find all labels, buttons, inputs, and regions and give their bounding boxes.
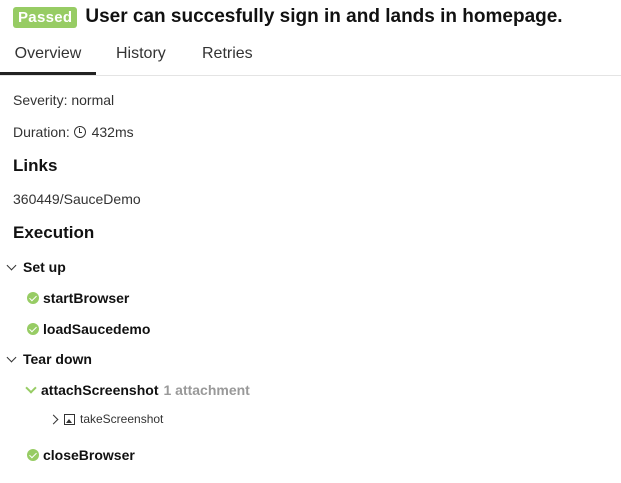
step-label: closeBrowser: [43, 447, 135, 463]
check-circle-icon: [27, 292, 39, 304]
tab-overview[interactable]: Overview: [0, 42, 96, 75]
step-label: attachScreenshot: [41, 382, 159, 398]
test-result-panel: Passed User can succesfully sign in and …: [0, 0, 621, 483]
duration-value: 432ms: [91, 124, 134, 140]
link-item[interactable]: 360449/SauceDemo: [13, 191, 141, 207]
execution-heading: Execution: [13, 223, 95, 242]
chevron-right-icon: [48, 414, 59, 424]
links-heading: Links: [13, 156, 58, 175]
teardown-stage[interactable]: Tear down: [6, 351, 92, 367]
duration: Duration: 432ms: [13, 124, 134, 140]
teardown-label: Tear down: [23, 351, 92, 367]
setup-label: Set up: [23, 259, 66, 275]
severity: Severity: normal: [13, 92, 115, 108]
step-attach-screenshot[interactable]: attachScreenshot 1 attachment: [25, 382, 250, 398]
title-row: Passed User can succesfully sign in and …: [13, 6, 563, 28]
step-label: loadSaucedemo: [43, 321, 151, 337]
clock-icon: [73, 126, 86, 138]
step-label: startBrowser: [43, 290, 130, 306]
check-circle-icon: [27, 323, 39, 335]
step-load-saucedemo[interactable]: loadSaucedemo: [27, 321, 150, 337]
setup-stage[interactable]: Set up: [6, 259, 66, 275]
chevron-down-icon: [6, 260, 17, 270]
status-badge: Passed: [13, 6, 78, 28]
check-circle-icon: [27, 449, 39, 461]
attachment-count: 1 attachment: [163, 382, 250, 398]
chevron-down-icon: [25, 382, 37, 394]
tab-history[interactable]: History: [116, 42, 166, 72]
duration-label: Duration:: [13, 124, 70, 140]
step-start-browser[interactable]: startBrowser: [27, 290, 129, 306]
tab-retries[interactable]: Retries: [202, 42, 253, 72]
tab-bar: Overview History Retries: [0, 42, 621, 76]
chevron-down-icon: [6, 352, 17, 362]
image-icon: [64, 413, 75, 425]
test-title: User can succesfully sign in and lands i…: [85, 6, 563, 27]
attachment-item[interactable]: takeScreenshot: [48, 412, 164, 426]
attachment-name: takeScreenshot: [80, 412, 164, 426]
step-close-browser[interactable]: closeBrowser: [27, 447, 135, 463]
